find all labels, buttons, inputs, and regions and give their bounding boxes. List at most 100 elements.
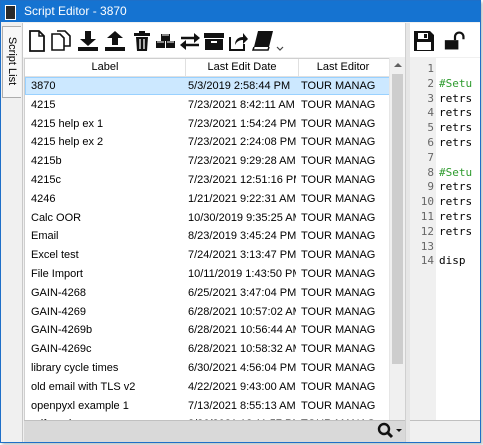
row-label: 4215b [31,155,62,168]
table-row[interactable]: 3870 5/3/2019 2:58:44 PM TOUR MANAG [25,77,390,95]
row-last-edit-date: 1/21/2021 9:22:31 AM [188,192,296,205]
table-row[interactable]: Calc OOR 10/30/2019 9:35:25 AM TOUR MANAG [25,209,390,227]
trash-icon[interactable] [131,29,153,53]
row-last-editor: TOUR MANAG [301,324,376,337]
code-line[interactable]: disp [439,254,466,267]
share-icon[interactable] [227,29,249,53]
search-icon [377,422,402,439]
row-last-edit-date: 7/23/2021 8:42:11 AM [188,98,295,111]
vertical-scrollbar[interactable] [389,58,406,441]
table-row[interactable]: GAIN-4269b 6/28/2021 10:56:44 AM TOUR MANA… [25,321,390,339]
row-label: GAIN-4269b [31,324,93,337]
code-line[interactable]: retrs [439,195,472,208]
row-last-edit-date: 7/24/2021 3:13:47 PM [188,249,296,262]
code-line[interactable]: retrs [439,210,472,223]
table-row[interactable]: Excel test 7/24/2021 3:13:47 PM TOUR MANAG [25,246,390,264]
code-line[interactable]: retrs [439,92,472,105]
row-last-edit-date: 6/25/2021 3:47:04 PM [188,286,296,299]
table-row[interactable]: File Import 10/11/2019 1:43:50 PM TOUR MAN… [25,265,390,283]
column-header-last-edit-date[interactable]: Last Edit Date [186,61,298,73]
row-label: 4215 help ex 1 [31,117,104,130]
script-editor-window: Script Editor - 3870 Script List Label L… [0,0,481,443]
archive-box-icon[interactable] [203,29,225,53]
row-last-edit-date: 5/3/2019 2:58:44 PM [188,80,291,92]
row-last-edit-date: 10/11/2019 1:43:50 PM [188,268,296,280]
row-label: GAIN-4269 [31,305,87,318]
row-last-edit-date: 6/30/2021 4:56:04 PM [188,362,296,374]
link-icon[interactable] [155,29,177,53]
copy-document-icon[interactable] [50,29,72,53]
row-last-edit-date: 7/23/2021 9:29:28 AM [188,155,296,168]
row-last-edit-date: 6/28/2021 10:58:32 AM [188,343,296,356]
line-number: 1 [427,62,434,75]
row-last-editor: TOUR MANAG [301,399,376,412]
row-label: GAIN-4269c [31,343,92,356]
row-last-edit-date: 7/23/2021 1:54:24 PM [188,117,296,130]
table-row[interactable]: 4215 help ex 2 7/23/2021 2:24:08 PM TOUR M… [25,133,390,151]
line-number: 5 [427,121,434,135]
code-line[interactable]: retrs [439,106,472,119]
overflow-chevron-icon[interactable] [275,29,285,53]
code-area[interactable]: #Setu retrs retrs retrs retrs #Setu retrs retrs… [436,58,480,420]
table-row[interactable]: old email with TLS v2 4/22/2021 9:43:00 A… [25,378,390,396]
scrollbar-thumb[interactable] [392,74,403,364]
book-icon[interactable] [252,29,274,53]
code-line[interactable]: retrs [439,136,472,149]
table-row[interactable]: Email 8/23/2019 3:45:24 PM TOUR MANAG [25,227,390,245]
row-last-editor: TOUR MANAG [301,305,376,318]
row-label: library cycle times [31,362,119,374]
scroll-up-icon[interactable] [394,63,402,67]
table-row[interactable]: GAIN-4268 6/25/2021 3:47:04 PM TOUR MANAG [25,284,390,302]
swap-arrows-icon[interactable] [179,29,201,53]
search-bar [24,420,405,442]
column-header-last-editor[interactable]: Last Editor [299,61,387,73]
code-line[interactable]: retrs [439,121,472,134]
table-row[interactable]: 4246 1/21/2021 9:22:31 AM TOUR MANAG [25,190,390,208]
row-label: Excel test [31,249,79,262]
table-row[interactable]: 4215 7/23/2021 8:42:11 AM TOUR MANAG [25,96,390,114]
line-number: 13 [420,239,434,253]
script-toolbar [23,23,405,57]
editor-status-area [410,420,480,442]
script-list-panel: Label Last Edit Date Last Editor 3870 5/3… [23,23,406,442]
save-icon[interactable] [413,29,435,53]
tab-script-list[interactable]: Script List [2,26,21,98]
editor-toolbar [410,23,480,57]
table-row[interactable]: GAIN-4269c 6/28/2021 10:58:32 AM TOUR MANA… [25,340,390,358]
code-line[interactable]: retrs [439,225,472,238]
line-number: 12 [420,224,434,238]
upload-icon[interactable] [104,29,126,53]
code-line[interactable]: retrs [439,180,472,193]
row-last-editor: TOUR MANAG [301,230,376,243]
download-icon[interactable] [77,29,99,53]
line-number: 4 [427,106,434,120]
search-button[interactable] [376,422,404,441]
table-row[interactable]: library cycle times 6/30/2021 4:56:04 PM T… [25,359,390,377]
line-number: 2 [427,76,434,90]
table-row[interactable]: GAIN-4269 6/28/2021 10:57:02 AM TOUR MANAG [25,303,390,321]
row-last-editor: TOUR MANAG [301,249,376,262]
row-last-editor: TOUR MANAG [301,174,376,186]
table-row[interactable]: 4215b 7/23/2021 9:29:28 AM TOUR MANAG [25,152,390,170]
row-last-editor: TOUR MANAG [301,192,376,205]
tab-script-list-label: Script List [6,36,18,86]
unlock-icon[interactable] [444,29,466,53]
code-line[interactable]: #Setu [439,166,472,179]
column-header-label[interactable]: Label [25,61,185,73]
row-label: old email with TLS v2 [31,380,136,393]
title-bar[interactable]: Script Editor - 3870 [1,1,480,22]
row-last-editor: TOUR MANAG [301,268,376,280]
script-list[interactable]: Label Last Edit Date Last Editor 3870 5/3… [24,58,391,442]
row-last-edit-date: 7/23/2021 2:24:08 PM [188,136,296,149]
row-last-editor: TOUR MANAG [301,80,376,92]
row-last-editor: TOUR MANAG [301,286,376,299]
line-number: 10 [420,195,434,209]
row-last-editor: TOUR MANAG [301,362,376,374]
table-row[interactable]: 4215 help ex 1 7/23/2021 1:54:24 PM TOUR M… [25,115,390,133]
table-row[interactable]: 4215c 7/23/2021 12:51:16 PM TOUR MANAG [25,171,390,189]
code-line[interactable]: #Setu [439,77,472,90]
line-number: 7 [427,150,434,164]
new-document-icon[interactable] [26,29,48,53]
line-number: 8 [427,165,434,179]
table-row[interactable]: openpyxl example 1 7/13/2021 8:55:13 AM TO… [25,397,390,415]
